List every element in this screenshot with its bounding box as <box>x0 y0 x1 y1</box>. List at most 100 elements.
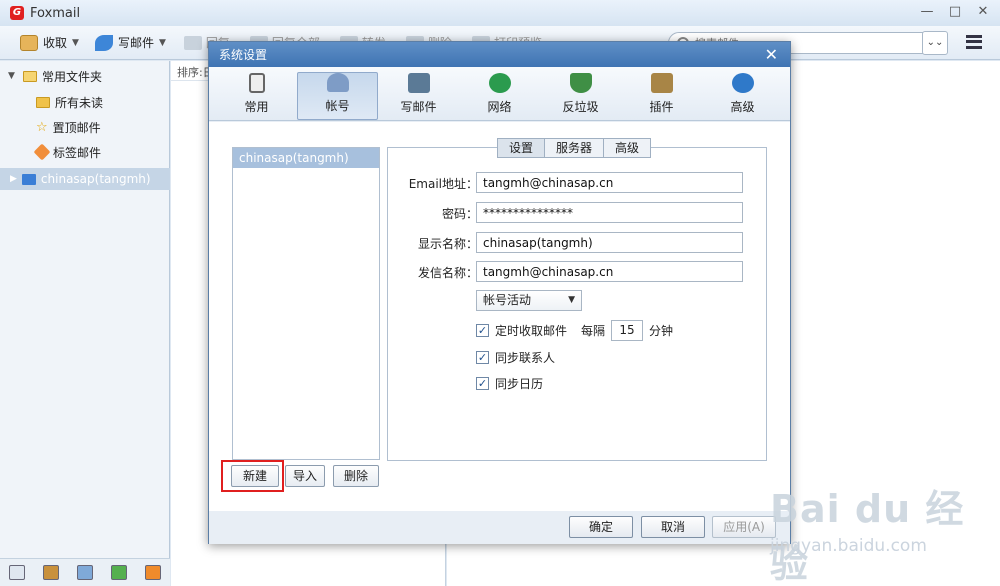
receive-button[interactable]: 收取 ▼ <box>12 30 87 56</box>
chevron-down-icon[interactable]: ▼ <box>159 38 166 48</box>
system-settings-dialog: 系统设置 ✕ 常用 帐号 写邮件 网络 反垃圾 插件 高级 chinasap(t… <box>208 41 791 544</box>
folder-label: 置顶邮件 <box>52 120 101 135</box>
folder-label: 标签邮件 <box>53 145 102 160</box>
tab-compose[interactable]: 写邮件 <box>378 72 459 120</box>
account-status-select[interactable]: 帐号活动 ▼ <box>476 290 582 311</box>
watermark-logo: Bai du 经验 <box>770 487 965 586</box>
compose-button[interactable]: 写邮件 ▼ <box>87 30 174 56</box>
notes-icon[interactable] <box>111 565 127 580</box>
box-icon <box>650 73 673 93</box>
email-label: Email地址： <box>408 177 478 191</box>
sync-contacts-checkbox[interactable]: ✓ <box>476 351 489 364</box>
folder-tagged[interactable]: 标签邮件 <box>33 141 102 163</box>
tab-advanced[interactable]: 高级 <box>702 72 783 120</box>
dialog-footer: 确定 取消 应用(A) <box>209 511 790 544</box>
account-settings-panel: 设置 服务器 高级 Email地址： 密码： 显示名称： 发信名称： 帐号活动 … <box>387 138 767 461</box>
password-field[interactable] <box>476 202 743 223</box>
common-folders-label: 常用文件夹 <box>42 69 103 84</box>
expand-arrow-icon[interactable]: ▼ <box>8 71 18 81</box>
settings-tab-bar: 常用 帐号 写邮件 网络 反垃圾 插件 高级 <box>209 67 790 121</box>
sync-calendar-checkbox[interactable]: ✓ <box>476 377 489 390</box>
sidebar-account[interactable]: ▶ chinasap(tangmh) <box>0 168 170 190</box>
expand-arrow-icon[interactable]: ▶ <box>10 174 17 184</box>
password-label: 密码： <box>441 207 478 221</box>
interval-input[interactable]: 15 <box>611 320 644 341</box>
tab-label: 帐号 <box>325 99 350 113</box>
star-icon: ☆ <box>36 119 48 135</box>
contacts-icon[interactable] <box>43 565 59 580</box>
tag-icon <box>33 143 51 161</box>
chevron-down-icon[interactable]: ▼ <box>72 38 79 48</box>
tab-label: 网络 <box>487 100 512 114</box>
maximize-button[interactable]: □ <box>948 4 962 19</box>
tab-label: 高级 <box>730 100 755 114</box>
sync-calendar-row: ✓ 同步日历 <box>476 375 543 392</box>
tab-server[interactable]: 服务器 <box>544 138 605 158</box>
account-list-item[interactable]: chinasap(tangmh) <box>233 148 379 168</box>
account-list: chinasap(tangmh) <box>232 147 380 460</box>
minimize-button[interactable]: — <box>920 4 934 19</box>
baidu-watermark: Bai du 经验 jingyan.baidu.com <box>770 478 990 586</box>
folder-icon <box>36 96 50 108</box>
every-label: 每隔 <box>581 324 606 338</box>
display-name-label: 显示名称： <box>417 237 478 251</box>
sync-calendar-label: 同步日历 <box>495 377 544 391</box>
tab-settings[interactable]: 设置 <box>497 138 546 158</box>
select-value: 帐号活动 <box>483 293 532 307</box>
compose-label: 写邮件 <box>117 36 154 50</box>
display-name-field[interactable] <box>476 232 743 253</box>
dialog-title-bar: 系统设置 <box>209 42 790 67</box>
dialog-close-icon[interactable]: ✕ <box>765 45 778 64</box>
tab-plugins[interactable]: 插件 <box>621 72 702 120</box>
hamburger-menu-icon[interactable] <box>966 35 982 49</box>
settings-sub-tabs: 设置 服务器 高级 <box>497 138 652 158</box>
folder-sidebar: ▼ 常用文件夹 所有未读 ☆ 置顶邮件 标签邮件 ▶ chinasap(tang… <box>0 61 170 586</box>
sender-name-label: 发信名称： <box>417 266 478 280</box>
watermark-url: jingyan.baidu.com <box>770 536 927 556</box>
inbox-icon <box>20 34 38 51</box>
auto-receive-checkbox[interactable]: ✓ <box>476 324 489 337</box>
apply-button[interactable]: 应用(A) <box>712 516 776 538</box>
ok-button[interactable]: 确定 <box>569 516 633 538</box>
cancel-button[interactable]: 取消 <box>641 516 705 538</box>
tab-antispam[interactable]: 反垃圾 <box>540 72 621 120</box>
foxmail-logo-icon: G <box>10 6 24 20</box>
tab-label: 常用 <box>244 100 269 114</box>
delete-account-button[interactable]: 删除 <box>333 465 379 487</box>
gear-icon <box>731 73 754 93</box>
account-label: chinasap(tangmh) <box>40 172 151 186</box>
mail-view-icon[interactable] <box>9 565 25 580</box>
tab-label: 插件 <box>649 100 674 114</box>
search-options-button[interactable]: ⌄⌄ <box>922 31 948 55</box>
reply-icon <box>183 35 202 50</box>
chevron-down-icon: ▼ <box>568 295 575 305</box>
phone-icon <box>248 73 265 93</box>
user-icon <box>326 73 349 92</box>
dialog-title: 系统设置 <box>219 48 268 62</box>
new-account-button[interactable]: 新建 <box>231 465 279 487</box>
folder-pinned[interactable]: ☆ 置顶邮件 <box>36 116 101 138</box>
folder-all-unread[interactable]: 所有未读 <box>36 91 103 113</box>
sync-contacts-row: ✓ 同步联系人 <box>476 349 555 366</box>
sidebar-bottom-bar <box>0 558 170 586</box>
sender-name-field[interactable] <box>476 261 743 282</box>
tab-general[interactable]: 常用 <box>216 72 297 120</box>
folder-icon <box>23 70 37 82</box>
tab-label: 写邮件 <box>400 100 437 114</box>
folder-label: 所有未读 <box>55 95 104 110</box>
app-title: Foxmail <box>30 5 81 21</box>
title-bar: G Foxmail — □ ✕ <box>0 0 1000 26</box>
email-field[interactable] <box>476 172 743 193</box>
tab-network[interactable]: 网络 <box>459 72 540 120</box>
auto-receive-row: ✓ 定时收取邮件 每隔 15 分钟 <box>476 320 673 341</box>
close-button[interactable]: ✕ <box>976 4 990 19</box>
calendar-icon[interactable] <box>77 565 93 580</box>
tab-label: 反垃圾 <box>562 100 599 114</box>
import-account-button[interactable]: 导入 <box>285 465 325 487</box>
tab-account[interactable]: 帐号 <box>297 72 378 120</box>
rss-icon[interactable] <box>145 565 161 580</box>
tab-advanced-sub[interactable]: 高级 <box>603 138 652 158</box>
common-folders-node[interactable]: ▼ 常用文件夹 <box>8 65 102 87</box>
feather-pen-icon <box>94 34 113 51</box>
minutes-label: 分钟 <box>649 324 674 338</box>
